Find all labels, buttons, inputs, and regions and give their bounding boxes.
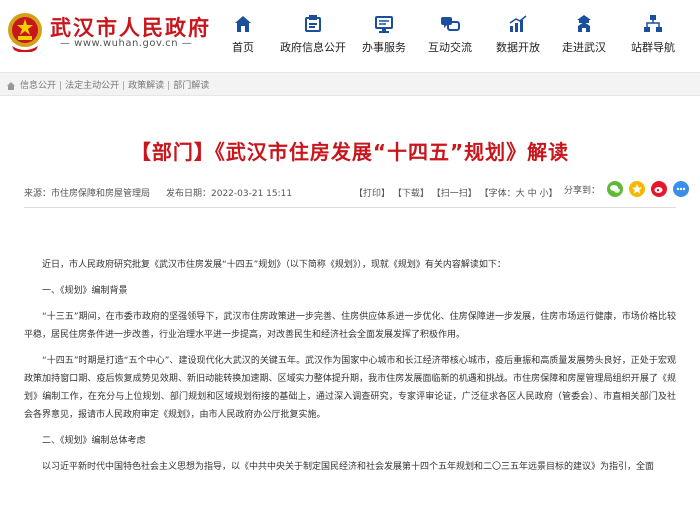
nav-item-service[interactable]: 办事服务 [356,12,412,58]
font-large-button[interactable]: 大 [516,189,525,199]
breadcrumb-bar: 信息公开 | 法定主动公开 | 政策解读 | 部门解读 [0,72,700,96]
breadcrumb-item[interactable]: 法定主动公开 [65,81,119,91]
nav-item-sitemap[interactable]: 站群导航 [622,12,684,58]
nav-item-interaction[interactable]: 互动交流 [422,12,478,58]
breadcrumb-separator: | [167,81,171,91]
site-url: — www.wuhan.gov.cn — [60,38,193,49]
interaction-icon [441,17,460,31]
paragraph: 近日，市人民政府研究批复《武汉市住房发展“十四五”规划》（以下简称《规划》），现… [42,260,506,270]
breadcrumb-item[interactable]: 信息公开 [20,81,56,91]
article-date: 发布日期：2022-03-21 15:11 [166,189,293,199]
city-icon [577,15,591,32]
home-icon [235,16,251,32]
font-size-bracket: 】 [548,189,558,199]
nav-item-info-public[interactable]: 政府信息公开 [274,12,352,58]
data-icon [509,15,527,32]
paragraph: “十四五”时期是打造“五个中心”、建设现代化大武汉的关键五年。武汉作为国家中心城… [24,356,676,420]
breadcrumb-item[interactable]: 部门解读 [173,81,209,91]
print-button[interactable]: 【打印】 [354,189,390,199]
nav-label: 政府信息公开 [280,41,346,54]
sitemap-icon [644,15,662,32]
paragraph: “十三五”期间，在市委市政府的坚强领导下，武汉市住房政策进一步完善、住房供应体系… [24,312,676,340]
share-label: 分享到： [564,185,601,196]
breadcrumb-item[interactable]: 政策解读 [128,81,164,91]
nav-item-home[interactable]: 首页 [218,12,268,58]
scan-button[interactable]: 【扫一扫】 [432,189,477,199]
nav-label: 数据开放 [496,41,540,54]
article-meta: 来源：市住房保障和房屋管理局 发布日期：2022-03-21 15:11 【打印… [24,181,689,200]
weibo-icon[interactable] [650,181,667,197]
nav-item-data[interactable]: 数据开放 [490,12,546,58]
info-public-icon [305,15,321,32]
article-body: 近日，市人民政府研究批复《武汉市住房发展“十四五”规划》（以下简称《规划》），现… [24,256,676,484]
nav-label: 首页 [232,41,254,54]
meta-divider [24,207,676,208]
service-icon [375,16,393,33]
font-size-label: 【字体： [479,189,516,199]
font-medium-button[interactable]: 中 [528,189,537,199]
article-tools: 【打印】 【下载】 【扫一扫】 【字体：大 中 小】 [354,186,558,199]
nav-item-city[interactable]: 走进武汉 [556,12,612,58]
breadcrumb-separator: | [59,81,63,91]
nav-label: 走进武汉 [562,41,606,54]
more-share-icon[interactable] [672,181,689,197]
section-heading: 二、《规划》编制总体考虑 [42,436,146,446]
section-heading: 一、《规划》编制背景 [42,286,128,296]
article-title: 【部门】《武汉市住房发展“十四五”规划》解读 [130,140,570,164]
paragraph: 以习近平新时代中国特色社会主义思想为指导，以《中共中央关于制定国民经济和社会发展… [42,462,655,472]
nav-label: 互动交流 [428,41,472,54]
breadcrumb-separator: | [122,81,126,91]
download-button[interactable]: 【下载】 [393,189,429,199]
share-bar: 分享到： [564,181,692,197]
breadcrumb: 信息公开 | 法定主动公开 | 政策解读 | 部门解读 [6,78,209,91]
article-source: 来源：市住房保障和房屋管理局 [24,189,151,199]
wechat-icon[interactable] [606,181,623,197]
qzone-icon[interactable] [628,181,645,197]
nav-label: 站群导航 [631,41,675,54]
main-nav: 首页 政府信息公开 办事服务 互动交流 数据开放 走进武汉 站群导航 [218,12,700,58]
site-header: 武汉市人民政府 — www.wuhan.gov.cn — 首页 政府信息公开 办… [0,0,700,68]
national-emblem-icon [8,13,42,52]
nav-label: 办事服务 [362,41,406,54]
home-icon [7,81,15,90]
